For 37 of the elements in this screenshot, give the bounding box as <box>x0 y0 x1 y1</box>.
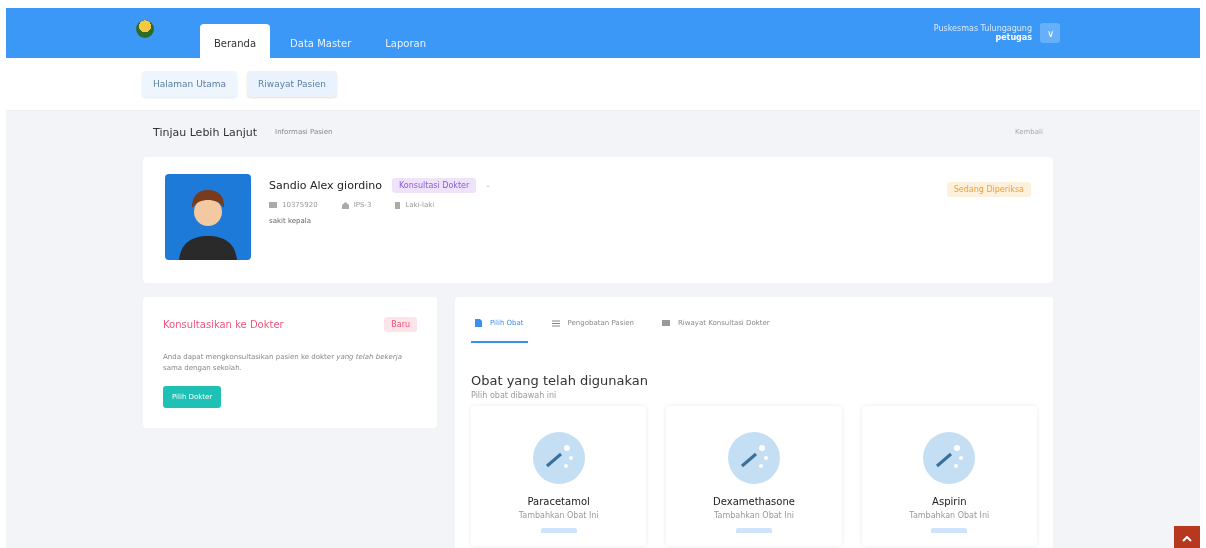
nav-tab[interactable]: Beranda <box>200 24 271 58</box>
card-title: Konsultasikan ke Dokter <box>163 319 284 330</box>
add-button[interactable] <box>931 528 968 533</box>
caret-icon <box>1182 535 1192 542</box>
medicine-icon <box>532 432 585 484</box>
patient-name: Sandio Alex giordino <box>269 179 382 192</box>
medicine-name: Aspirin <box>932 496 967 507</box>
section-heading: Obat yang telah digunakan <box>471 373 650 388</box>
logo-icon <box>136 20 154 38</box>
table-icon <box>661 320 670 326</box>
medicine-name: Dexamethasone <box>713 496 795 507</box>
medicine-icon <box>923 432 976 484</box>
new-tag: Baru <box>384 317 417 332</box>
section-subheading: Pilih obat dibawah ini <box>471 391 558 400</box>
id-card-icon <box>269 202 277 208</box>
subnav-link[interactable]: Riwayat Pasien <box>247 71 337 97</box>
medicine-caption: Tambahkan Obat Ini <box>909 511 990 520</box>
subnav-link[interactable]: Halaman Utama <box>142 71 238 97</box>
status-tag: Konsultasi Dokter <box>391 178 477 193</box>
document-icon <box>475 319 482 327</box>
page-title: Tinjau Lebih Lanjut <box>153 125 258 139</box>
add-button[interactable] <box>540 528 577 533</box>
user-name: Puskesmas Tulungagung <box>933 24 1032 33</box>
status-tag: Sedang Diperiksa <box>946 182 1031 197</box>
list-icon <box>551 319 560 327</box>
user-role: petugas <box>995 33 1032 42</box>
medicine-caption: Tambahkan Obat Ini <box>714 511 794 520</box>
person-icon <box>395 201 401 209</box>
medicine-icon <box>728 432 780 484</box>
scroll-top-button[interactable] <box>1174 526 1200 548</box>
add-button[interactable] <box>736 528 772 533</box>
medicine-caption: Tambahkan Obat Ini <box>518 511 599 520</box>
nav-tab[interactable]: Laporan <box>371 24 441 58</box>
nav-tab[interactable]: Data Master <box>276 24 366 58</box>
medicine-name: Paracetamol <box>527 496 590 507</box>
building-icon <box>341 201 349 209</box>
user-menu-button[interactable]: ∨ <box>1040 23 1060 43</box>
